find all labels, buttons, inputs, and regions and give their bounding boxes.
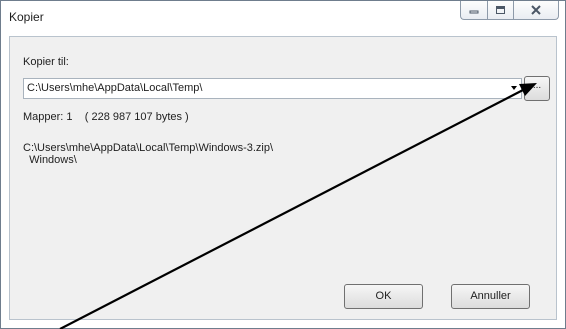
copy-dialog-window: Kopier Kopier til: C:\Users\mhe\AppData\… [0, 0, 566, 329]
copy-to-label: Kopier til: [23, 56, 69, 68]
source-path-line-1: C:\Users\mhe\AppData\Local\Temp\Windows-… [23, 142, 274, 154]
chevron-down-icon[interactable] [511, 86, 517, 90]
ok-button[interactable]: OK [344, 284, 423, 309]
minimize-button[interactable] [460, 1, 487, 20]
window-title: Kopier [9, 10, 44, 24]
destination-path-value: C:\Users\mhe\AppData\Local\Temp\ [27, 82, 203, 94]
maximize-icon [496, 6, 505, 14]
browse-button[interactable]: ... [524, 76, 550, 101]
title-bar: Kopier [1, 1, 565, 35]
maximize-button[interactable] [487, 1, 513, 20]
minimize-icon [469, 10, 479, 14]
folders-summary: Mapper: 1 ( 228 987 107 bytes ) [23, 111, 189, 123]
destination-path-combobox[interactable]: C:\Users\mhe\AppData\Local\Temp\ [23, 78, 522, 99]
window-controls [460, 1, 559, 22]
close-button[interactable] [513, 1, 559, 20]
source-path-line-2: Windows\ [23, 154, 77, 166]
dialog-body: Kopier til: C:\Users\mhe\AppData\Local\T… [9, 36, 557, 320]
cancel-button[interactable]: Annuller [451, 284, 530, 309]
close-icon [531, 5, 541, 15]
